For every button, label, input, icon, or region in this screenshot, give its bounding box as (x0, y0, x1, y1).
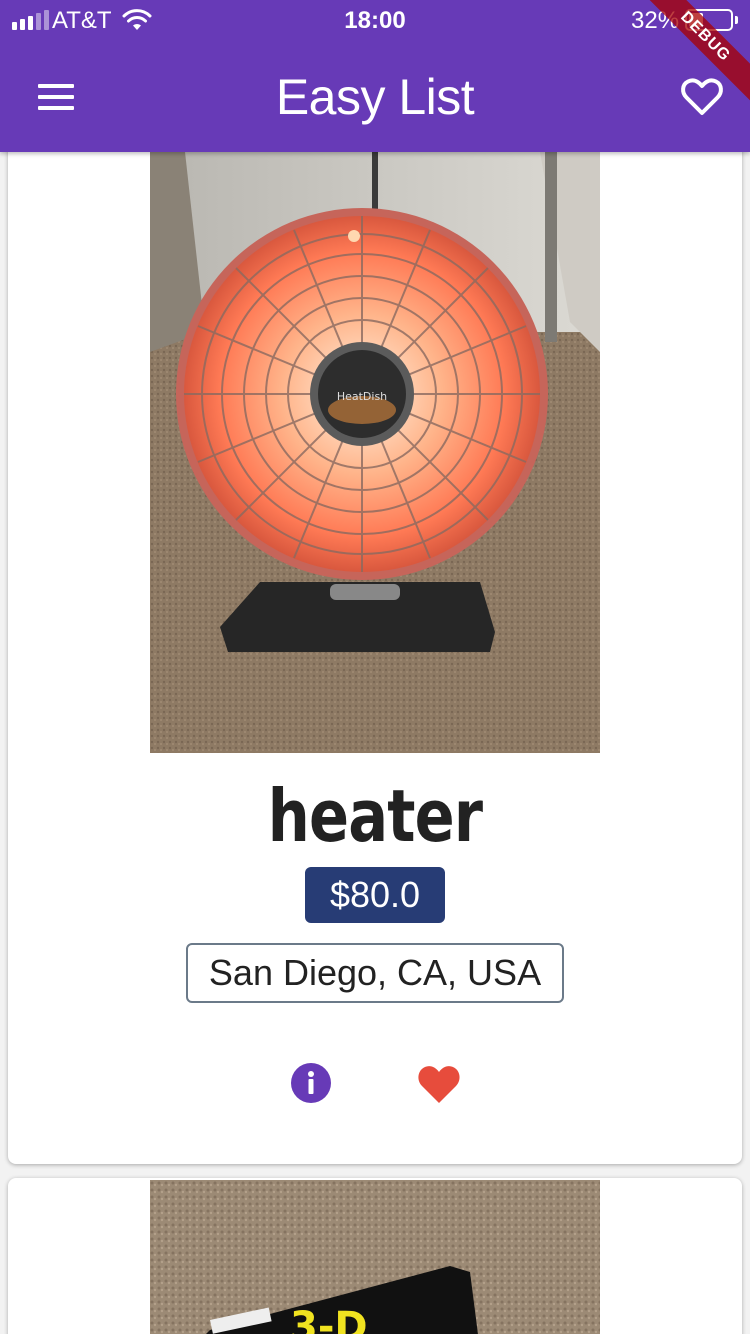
product-photo: 3-D (150, 1180, 600, 1334)
location-box: San Diego, CA, USA (186, 943, 564, 1003)
box-label: 3-D (290, 1304, 368, 1334)
info-icon[interactable] (289, 1061, 333, 1105)
product-image[interactable]: HeatDish (150, 152, 600, 753)
heater-photo: HeatDish (150, 152, 600, 753)
toolbar: Easy List (0, 42, 750, 152)
screen: AT&T 18:00 32% Easy List DEBUG HeatDish … (0, 0, 750, 1334)
price-badge: $80.0 (305, 867, 445, 923)
product-title: heater (267, 774, 483, 858)
product-card: HeatDish heater $80.0 San Diego, CA, USA (8, 140, 742, 1164)
app-bar: AT&T 18:00 32% Easy List (0, 0, 750, 152)
heart-outline-icon[interactable] (678, 72, 726, 120)
heart-filled-icon[interactable] (415, 1061, 463, 1105)
status-bar: AT&T 18:00 32% (0, 0, 750, 42)
product-image[interactable]: 3-D (150, 1180, 600, 1334)
product-card: 3-D (8, 1178, 742, 1334)
app-title: Easy List (275, 69, 475, 125)
svg-text:HeatDish: HeatDish (337, 390, 387, 403)
battery-tip (735, 16, 738, 24)
